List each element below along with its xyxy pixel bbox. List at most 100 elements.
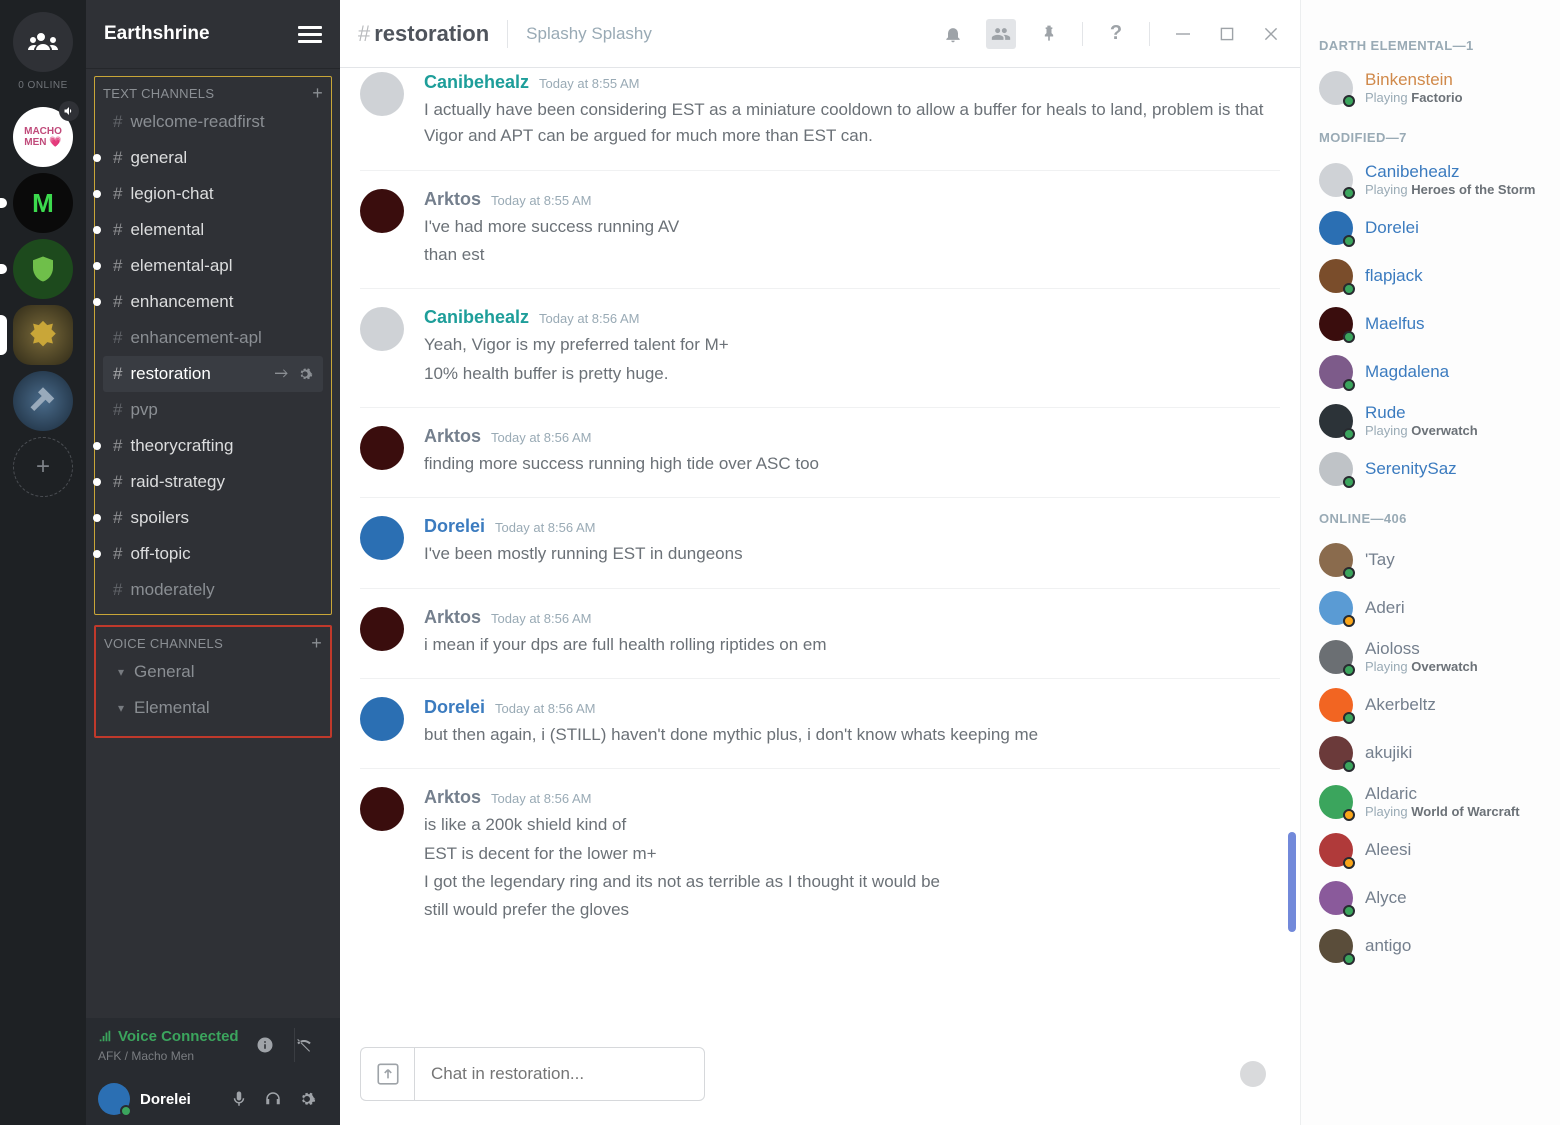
notifications-button[interactable] [942,23,964,45]
message-avatar[interactable] [360,787,404,831]
member-row[interactable]: Alyce [1315,874,1546,922]
deafen-button[interactable] [264,1084,294,1114]
server-earthshrine[interactable] [13,305,73,365]
member-row[interactable]: SerenitySaz [1315,445,1546,493]
server-m[interactable]: M [13,173,73,233]
window-close[interactable] [1260,23,1282,45]
message-author[interactable]: Arktos [424,426,481,447]
message-avatar[interactable] [360,307,404,351]
member-row[interactable]: Aderi [1315,584,1546,632]
emoji-picker-button[interactable] [1240,1061,1266,1087]
gear-icon[interactable] [297,366,313,382]
member-row[interactable]: Maelfus [1315,300,1546,348]
voice-channel-general[interactable]: ▾General [104,654,322,690]
channel-restoration[interactable]: #restoration [103,356,323,392]
member-row[interactable]: BinkensteinPlaying Factorio [1315,63,1546,112]
server-macho-men[interactable]: MACHOMEN 💗 [13,107,73,167]
message-author[interactable]: Dorelei [424,697,485,718]
message-avatar[interactable] [360,72,404,116]
message-timestamp: Today at 8:56 AM [495,520,595,535]
window-maximize[interactable] [1216,23,1238,45]
message-avatar[interactable] [360,516,404,560]
channel-raid-strategy[interactable]: #raid-strategy [103,464,323,500]
message-avatar[interactable] [360,189,404,233]
upload-button[interactable] [360,1047,414,1101]
member-avatar [1319,404,1353,438]
voice-channels-heading: VOICE CHANNELS [104,636,223,651]
message-avatar[interactable] [360,607,404,651]
member-name: antigo [1365,936,1411,956]
member-row[interactable]: 'Tay [1315,536,1546,584]
member-row[interactable]: Dorelei [1315,204,1546,252]
channel-legion-chat[interactable]: #legion-chat [103,176,323,212]
gear-icon [298,1090,316,1108]
hamburger-icon[interactable] [298,26,322,43]
home-server[interactable] [13,12,73,72]
member-list[interactable]: DARTH ELEMENTAL—1BinkensteinPlaying Fact… [1300,0,1560,1125]
server-header[interactable]: Earthshrine [86,0,340,68]
message-author[interactable]: Dorelei [424,516,485,537]
channel-moderately[interactable]: #moderately [103,572,323,608]
scrollbar-thumb[interactable] [1288,832,1296,932]
channel-theorycrafting[interactable]: #theorycrafting [103,428,323,464]
channel-elemental-apl[interactable]: #elemental-apl [103,248,323,284]
mute-button[interactable] [230,1084,260,1114]
channel-label: enhancement-apl [130,328,261,348]
people-icon [990,24,1012,44]
member-row[interactable]: AiolossPlaying Overwatch [1315,632,1546,681]
channel-off-topic[interactable]: #off-topic [103,536,323,572]
member-avatar [1319,785,1353,819]
message-avatar[interactable] [360,697,404,741]
server-tree[interactable] [13,239,73,299]
member-row[interactable]: flapjack [1315,252,1546,300]
member-row[interactable]: akujiki [1315,729,1546,777]
invite-icon[interactable] [273,366,289,382]
message-author[interactable]: Arktos [424,607,481,628]
message-avatar[interactable] [360,426,404,470]
member-list-toggle[interactable] [986,19,1016,49]
user-settings-button[interactable] [298,1084,328,1114]
channel-welcome-readfirst[interactable]: #welcome-readfirst [103,104,323,140]
voice-channel-elemental[interactable]: ▾Elemental [104,690,322,726]
window-minimize[interactable] [1172,23,1194,45]
server-hammer[interactable] [13,371,73,431]
member-row[interactable]: antigo [1315,922,1546,970]
channel-spoilers[interactable]: #spoilers [103,500,323,536]
channel-enhancement[interactable]: #enhancement [103,284,323,320]
online-count-label: 0 ONLINE [18,80,68,91]
pins-button[interactable] [1038,23,1060,45]
add-text-channel-button[interactable]: + [312,83,323,104]
disconnect-voice-button[interactable] [294,1028,328,1062]
voice-status-panel: Voice Connected AFK / Macho Men [86,1018,340,1074]
channels-scroll[interactable]: TEXT CHANNELS + #welcome-readfirst#gener… [86,68,340,1018]
headphones-icon [264,1090,282,1108]
message: CanibehealzToday at 8:56 AMYeah, Vigor i… [360,288,1280,407]
channel-title: #restoration [358,21,489,47]
signal-icon [98,1029,112,1043]
member-activity: Playing Overwatch [1365,423,1478,438]
channel-general[interactable]: #general [103,140,323,176]
message-author[interactable]: Canibehealz [424,72,529,93]
channel-elemental[interactable]: #elemental [103,212,323,248]
member-row[interactable]: RudePlaying Overwatch [1315,396,1546,445]
voice-channel-label: Elemental [134,698,210,718]
add-voice-channel-button[interactable]: + [311,633,322,654]
channel-pvp[interactable]: #pvp [103,392,323,428]
member-row[interactable]: Aleesi [1315,826,1546,874]
member-row[interactable]: AldaricPlaying World of Warcraft [1315,777,1546,826]
member-row[interactable]: Akerbeltz [1315,681,1546,729]
add-server-button[interactable]: + [13,437,73,497]
voice-info-button[interactable] [256,1028,290,1062]
message-content: Yeah, Vigor is my preferred talent for M… [424,332,1280,387]
member-row[interactable]: Magdalena [1315,348,1546,396]
channel-label: general [130,148,187,168]
user-avatar[interactable] [98,1083,130,1115]
member-row[interactable]: CanibehealzPlaying Heroes of the Storm [1315,155,1546,204]
message-author[interactable]: Arktos [424,189,481,210]
channel-enhancement-apl[interactable]: #enhancement-apl [103,320,323,356]
message-list[interactable]: CanibehealzToday at 8:55 AMI actually ha… [340,68,1300,1047]
message-author[interactable]: Arktos [424,787,481,808]
message-author[interactable]: Canibehealz [424,307,529,328]
help-button[interactable]: ? [1105,23,1127,45]
message-input[interactable] [414,1047,705,1101]
